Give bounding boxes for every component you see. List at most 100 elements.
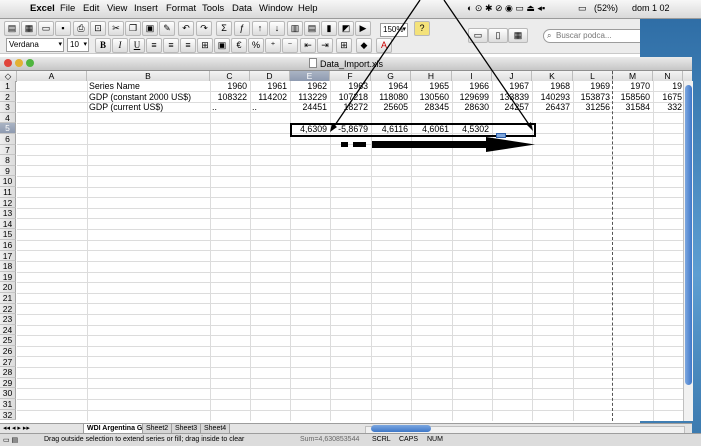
row-header[interactable]: 30 (0, 388, 16, 399)
merge-center-icon[interactable]: ⊞ (197, 38, 213, 53)
undo-icon[interactable]: ↶ (178, 21, 194, 36)
drawing-icon[interactable]: ◩ (338, 21, 354, 36)
cell-m1[interactable]: 1970 (613, 81, 650, 91)
row-header[interactable]: 25 (0, 335, 16, 346)
column-header-g[interactable]: G (371, 71, 411, 81)
cell-b3[interactable]: GDP (current US$) (89, 102, 163, 112)
cell-m2[interactable]: 158560 (613, 92, 650, 102)
row-header[interactable]: 22 (0, 303, 16, 315)
row-header[interactable]: 6 (0, 134, 16, 145)
menu-help[interactable]: Help (298, 3, 318, 14)
row-header[interactable]: 9 (0, 165, 16, 177)
bold-button[interactable]: B (95, 38, 111, 53)
gallery-icon[interactable]: ▥ (287, 21, 303, 36)
cell-i3[interactable]: 28630 (452, 102, 489, 112)
menu-edit[interactable]: Edit (83, 3, 99, 14)
row-header-selected[interactable]: 5 (0, 123, 16, 134)
cell-e2[interactable]: 113229 (290, 92, 327, 102)
row-header[interactable]: 10 (0, 176, 16, 187)
align-left-icon[interactable]: ≡ (146, 38, 162, 53)
column-header-d[interactable]: D (250, 71, 290, 81)
cell-j1[interactable]: 1967 (492, 81, 529, 91)
row-header[interactable]: 7 (0, 144, 16, 156)
cell-j2[interactable]: 133839 (492, 92, 529, 102)
decrease-decimal-icon[interactable]: ⁻ (282, 38, 298, 53)
cell-h2[interactable]: 130560 (411, 92, 449, 102)
font-size-select[interactable]: 10 ▾ (67, 38, 89, 52)
align-right-icon[interactable]: ≡ (180, 38, 196, 53)
cell-f1[interactable]: 1963 (330, 81, 368, 91)
row-header[interactable]: 21 (0, 293, 16, 304)
euro-icon[interactable]: € (231, 38, 247, 53)
row-header[interactable]: 29 (0, 377, 16, 389)
font-name-select[interactable]: Verdana ▾ (6, 38, 64, 52)
column-header-m[interactable]: M (613, 71, 653, 81)
cell-g5[interactable]: 4,6116 (371, 124, 408, 134)
cell-d3[interactable]: .. (252, 102, 257, 112)
borders-icon[interactable]: ⊞ (336, 38, 352, 53)
sort-descending-icon[interactable]: ↓ (269, 21, 285, 36)
cell-d2[interactable]: 114202 (250, 92, 287, 102)
row-header[interactable]: 31 (0, 399, 16, 410)
increase-indent-icon[interactable]: ⇥ (317, 38, 333, 53)
row-header[interactable]: 16 (0, 240, 16, 251)
row-header[interactable]: 20 (0, 282, 16, 293)
vertical-scroll-thumb[interactable] (685, 85, 692, 385)
print-icon[interactable]: ⎙ (73, 21, 89, 36)
cell-j3[interactable]: 24257 (492, 102, 529, 112)
row-header[interactable]: 8 (0, 155, 16, 166)
redo-icon[interactable]: ↷ (196, 21, 212, 36)
cell-g2[interactable]: 118080 (371, 92, 408, 102)
cell-l1[interactable]: 1969 (573, 81, 610, 91)
row-header[interactable]: 1 (0, 81, 16, 92)
copy-icon[interactable]: ❐ (125, 21, 141, 36)
cell-f2[interactable]: 107218 (330, 92, 368, 102)
column-header-i[interactable]: I (452, 71, 492, 81)
battery-icon[interactable]: ▭ (578, 3, 587, 14)
cell-n3[interactable]: 332 (653, 102, 682, 112)
chart-wizard-icon[interactable]: ▮ (321, 21, 337, 36)
cell-h5[interactable]: 4,6061 (411, 124, 449, 134)
row-header[interactable]: 24 (0, 324, 16, 336)
row-header[interactable]: 13 (0, 208, 16, 219)
row-header[interactable]: 32 (0, 409, 16, 421)
cell-m3[interactable]: 31584 (613, 102, 650, 112)
row-header[interactable]: 11 (0, 187, 16, 198)
font-color-icon[interactable]: A (376, 38, 392, 53)
print-preview-icon[interactable]: ⊡ (90, 21, 106, 36)
help-icon[interactable]: ? (414, 21, 430, 36)
vertical-scrollbar[interactable] (683, 81, 693, 421)
row-header[interactable]: 28 (0, 367, 16, 378)
function-icon[interactable]: ƒ (234, 21, 250, 36)
row-header[interactable]: 14 (0, 218, 16, 230)
row-header[interactable]: 15 (0, 229, 16, 240)
column-header-e[interactable]: E (290, 71, 330, 81)
column-header-b[interactable]: B (87, 71, 210, 81)
cell-n2[interactable]: 1675 (653, 92, 682, 102)
horizontal-scroll-thumb[interactable] (371, 425, 431, 432)
increase-decimal-icon[interactable]: ⁺ (265, 38, 281, 53)
autosum-icon[interactable]: Σ (216, 21, 232, 36)
column-header-h[interactable]: H (411, 71, 452, 81)
align-center-icon[interactable]: ≡ (163, 38, 179, 53)
cell-l2[interactable]: 153873 (573, 92, 610, 102)
open-folder-icon[interactable]: ▭ (38, 21, 54, 36)
select-all-corner[interactable]: ◇ (0, 71, 17, 81)
underline-button[interactable]: U (129, 38, 145, 53)
row-header[interactable]: 3 (0, 102, 16, 113)
cell-f3[interactable]: 18272 (330, 102, 368, 112)
format-painter-icon[interactable]: ✎ (159, 21, 175, 36)
row-header[interactable]: 12 (0, 197, 16, 209)
row-header[interactable]: 27 (0, 356, 16, 368)
cell-c2[interactable]: 108322 (210, 92, 247, 102)
column-header-c[interactable]: C (210, 71, 250, 81)
cut-icon[interactable]: ✂ (108, 21, 124, 36)
view-mode-icons[interactable]: ▭ ▤ (3, 435, 18, 446)
cell-i1[interactable]: 1966 (452, 81, 489, 91)
row-header[interactable]: 19 (0, 271, 16, 283)
menu-data[interactable]: Data (232, 3, 252, 14)
save-icon[interactable]: ▪ (55, 21, 71, 36)
row-header[interactable]: 18 (0, 261, 16, 272)
currency-icon[interactable]: ▣ (214, 38, 230, 53)
italic-button[interactable]: I (112, 38, 128, 53)
